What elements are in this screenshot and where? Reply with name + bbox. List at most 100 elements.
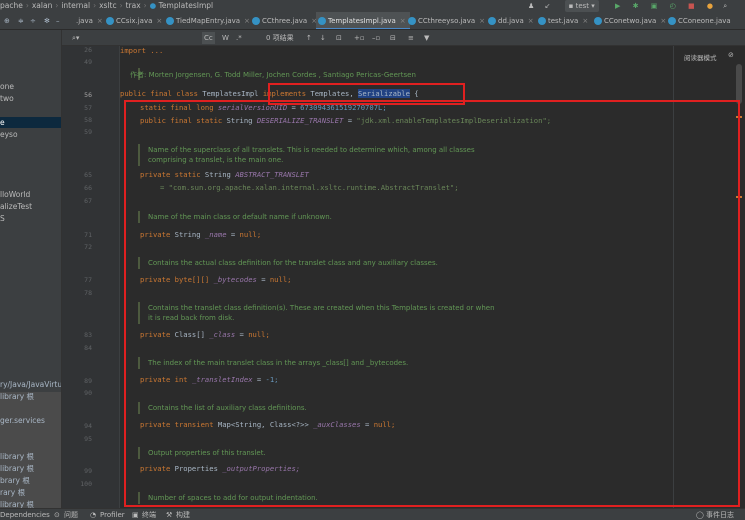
reader-mode-icon[interactable]: ⊘ [728, 51, 734, 59]
dependencies-tab[interactable]: Dependencies [0, 509, 50, 520]
filter-icon[interactable]: ▼ [424, 30, 429, 46]
stop-icon[interactable]: ■ [688, 0, 695, 12]
terminal-tab[interactable]: 终端 [142, 509, 156, 520]
breadcrumb-item[interactable]: pache [0, 0, 23, 12]
build-tab[interactable]: 构建 [176, 509, 190, 520]
select-all-icon[interactable]: ⊡ [336, 30, 342, 46]
event-log-icon[interactable]: ◯ [696, 509, 704, 520]
problems-tab[interactable]: 问题 [64, 509, 78, 520]
line-number: 59 [84, 128, 92, 136]
chevron-right-icon: › [55, 1, 59, 10]
line-number: 26 [84, 46, 92, 54]
chevron-right-icon: › [119, 1, 123, 10]
arrow-up-icon[interactable]: ↑ [306, 30, 312, 46]
project-tree-item[interactable]: library 根 [0, 499, 61, 508]
user-icon[interactable]: ♟ [528, 0, 534, 12]
project-tree-item[interactable]: lloWorld [0, 189, 61, 200]
close-icon[interactable]: × [582, 17, 588, 25]
chevron-right-icon: › [25, 1, 29, 10]
import-fold[interactable]: import ... [120, 46, 163, 55]
tab-cconeone[interactable]: CConeone.java [666, 12, 731, 29]
words-icon[interactable]: W [222, 30, 229, 46]
project-tree-item-selected[interactable]: e [0, 117, 61, 128]
scrollbar-thumb[interactable] [736, 64, 742, 104]
tab-dd[interactable]: dd.java × [486, 12, 534, 29]
project-tree-item[interactable]: library 根 [0, 451, 61, 462]
bug-icon[interactable]: ✱ [633, 0, 639, 12]
add-occurrence-icon[interactable]: +▫ [354, 30, 365, 46]
close-icon[interactable]: × [528, 17, 534, 25]
project-tree-item[interactable]: brary 根 [0, 475, 61, 486]
tab-label: test.java [548, 17, 579, 25]
tab-ccthreeyso[interactable]: CCthreeyso.java × [406, 12, 485, 29]
build-icon[interactable]: ● [707, 0, 713, 12]
breadcrumb-item[interactable]: trax [126, 0, 141, 12]
terminal-icon[interactable]: ▣ [132, 509, 139, 520]
remove-occurrence-icon[interactable]: –▫ [372, 30, 380, 46]
project-tree-item[interactable]: ger.services [0, 415, 61, 426]
match-case-icon[interactable]: Cc [202, 32, 215, 44]
breadcrumb-item[interactable]: xsltc [99, 0, 117, 12]
project-tree-item[interactable]: S [0, 213, 61, 224]
project-tree-item[interactable]: two [0, 93, 61, 104]
line-number: 78 [84, 289, 92, 297]
tab-cconetwo[interactable]: CConetwo.java × [592, 12, 666, 29]
project-tree-item[interactable]: one [0, 81, 61, 92]
play-icon[interactable]: ▶ [615, 0, 620, 12]
line-number: 66 [84, 184, 92, 192]
profiler-icon[interactable]: ◔ [90, 509, 96, 520]
class-icon [488, 17, 496, 25]
project-tree-item[interactable]: ry/Java/JavaVirtual [0, 379, 61, 390]
project-tree-item[interactable]: alizeTest [0, 201, 61, 212]
run-config-select[interactable]: ▪ test ▾ [564, 0, 599, 12]
collapse-icon[interactable]: ≑ [18, 12, 24, 29]
doc-author: 作者: Morten Jorgensen, G. Todd Miller, Jo… [130, 71, 416, 79]
line-number: 49 [84, 58, 92, 66]
project-tool-icon[interactable]: ⊕ [4, 12, 10, 29]
tab-test[interactable]: test.java × [536, 12, 588, 29]
coverage-icon[interactable]: ▣ [651, 0, 658, 12]
project-tree-item[interactable]: rary 根 [0, 487, 61, 498]
tab-tiedmapentry[interactable]: TiedMapEntry.java × [164, 12, 250, 29]
expand-icon[interactable]: ÷ [30, 12, 36, 29]
status-bar: Dependencies ⊙ 问题 ◔ Profiler ▣ 终端 ⚒ 构建 ◯… [0, 508, 745, 520]
back-icon[interactable]: ↙ [545, 0, 551, 12]
tab-ccthree[interactable]: CCthree.java × [250, 12, 317, 29]
breadcrumb-item[interactable]: xalan [32, 0, 52, 12]
code-line-author[interactable]: 作者: Morten Jorgensen, G. Todd Miller, Jo… [130, 70, 416, 80]
breadcrumb-item[interactable]: internal [61, 0, 90, 12]
close-icon[interactable]: × [97, 17, 103, 25]
line-number: 100 [80, 480, 92, 488]
close-icon[interactable]: × [156, 17, 162, 25]
tab-ccsix[interactable]: CCsix.java × [104, 12, 162, 29]
find-bar: ⌕▾ Cc W .* 0 项结果 ↑ ↓ ⊡ +▫ –▫ ⊟ ≡ ▼ [62, 30, 745, 46]
tab-java[interactable]: .java × [64, 12, 103, 29]
close-icon[interactable]: × [479, 17, 485, 25]
tab-templatesimpl[interactable]: TemplatesImpl.java × [316, 12, 410, 29]
chevron-right-icon: › [143, 1, 147, 10]
profiler-tab[interactable]: Profiler [100, 509, 125, 520]
tab-label: CConetwo.java [604, 17, 657, 25]
select-all-occurrences-icon[interactable]: ⊟ [390, 30, 396, 46]
run-toolbar: ♟ ↙ ▪ test ▾ ▶ ✱ ▣ ◴ ■ ● ⌕ [520, 0, 745, 12]
breadcrumb-item-current[interactable]: TemplatesImpl [159, 0, 214, 12]
gear-icon[interactable]: ✻ [44, 12, 50, 29]
close-icon[interactable]: × [400, 17, 406, 25]
search-icon[interactable]: ⌕ [723, 0, 727, 12]
profile-icon[interactable]: ◴ [670, 0, 676, 12]
problems-icon[interactable]: ⊙ [54, 509, 60, 520]
project-tree-item[interactable]: library 根 [0, 391, 61, 402]
reader-mode-toggle[interactable]: 阅读器模式 [684, 52, 717, 62]
multiline-icon[interactable]: ≡ [408, 30, 414, 46]
regex-icon[interactable]: .* [236, 30, 242, 46]
project-tree-item[interactable]: library 根 [0, 463, 61, 474]
search-icon[interactable]: ⌕▾ [72, 30, 79, 46]
build-icon[interactable]: ⚒ [166, 509, 172, 520]
line-number: 94 [84, 422, 92, 430]
arrow-down-icon[interactable]: ↓ [320, 30, 326, 46]
code-line-import[interactable]: import ... [120, 46, 163, 56]
minimize-icon[interactable]: – [56, 12, 60, 29]
event-log-tab[interactable]: 事件日志 [706, 509, 734, 520]
class-icon [668, 17, 676, 25]
project-tree-item[interactable]: eyso [0, 129, 61, 140]
